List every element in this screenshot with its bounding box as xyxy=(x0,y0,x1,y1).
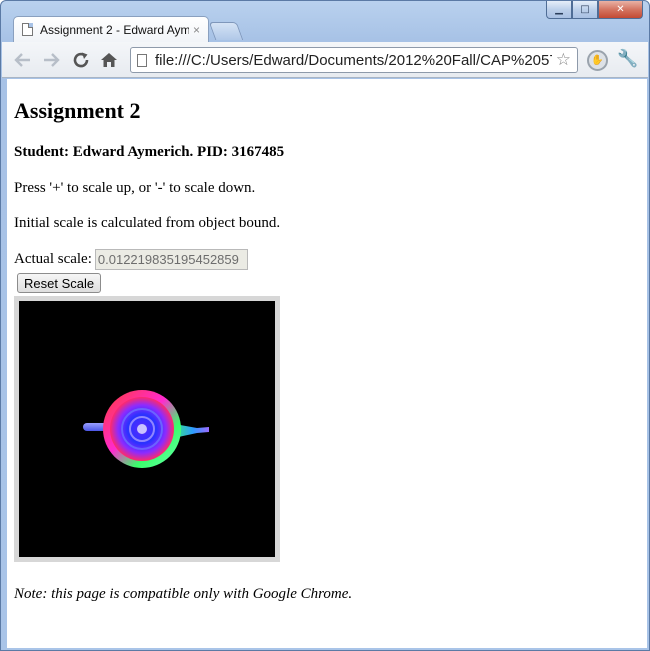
new-tab-button[interactable] xyxy=(208,22,244,40)
page-icon xyxy=(137,53,147,67)
page-content: Assignment 2 Student: Edward Aymerich. P… xyxy=(7,79,647,648)
tab-active[interactable]: Assignment 2 - Edward Aymerich × xyxy=(13,16,209,42)
reset-scale-button[interactable]: Reset Scale xyxy=(17,273,102,293)
scale-field[interactable] xyxy=(94,249,248,270)
browser-toolbar: ☆ ✋ 🔧 xyxy=(2,42,648,78)
arrow-right-icon[interactable] xyxy=(40,49,62,71)
tab-close-icon[interactable]: × xyxy=(193,23,200,37)
browser-window: ▁ □ ✕ Assignment 2 - Edward Aymerich × ☆… xyxy=(0,0,650,651)
tab-title: Assignment 2 - Edward Aymerich xyxy=(40,22,189,37)
compatibility-note: Note: this page is compatible only with … xyxy=(14,586,353,602)
extension-icon[interactable]: ✋ xyxy=(587,50,608,71)
address-bar[interactable]: ☆ xyxy=(130,47,578,73)
document-icon xyxy=(22,23,33,36)
home-icon[interactable] xyxy=(98,49,120,71)
webgl-canvas[interactable] xyxy=(14,296,280,562)
minimize-button[interactable]: ▁ xyxy=(546,1,572,19)
wrench-icon[interactable]: 🔧 xyxy=(617,49,638,69)
teapot-render xyxy=(83,390,209,468)
page-title: Assignment 2 xyxy=(14,98,141,123)
star-icon[interactable]: ☆ xyxy=(556,50,571,70)
arrow-left-icon[interactable] xyxy=(12,49,34,71)
maximize-button[interactable]: □ xyxy=(572,1,598,19)
student-info: Student: Edward Aymerich. PID: 3167485 xyxy=(14,144,285,160)
scale-row: Actual scale: xyxy=(14,249,640,270)
instructions-text: Press '+' to scale up, or '-' to scale d… xyxy=(14,180,256,196)
reload-icon[interactable] xyxy=(70,49,92,71)
close-window-button[interactable]: ✕ xyxy=(598,1,643,19)
scale-label: Actual scale: xyxy=(14,251,92,267)
address-input[interactable] xyxy=(155,51,552,69)
initial-scale-note: Initial scale is calculated from object … xyxy=(14,215,281,231)
window-controls: ▁ □ ✕ xyxy=(546,1,643,20)
